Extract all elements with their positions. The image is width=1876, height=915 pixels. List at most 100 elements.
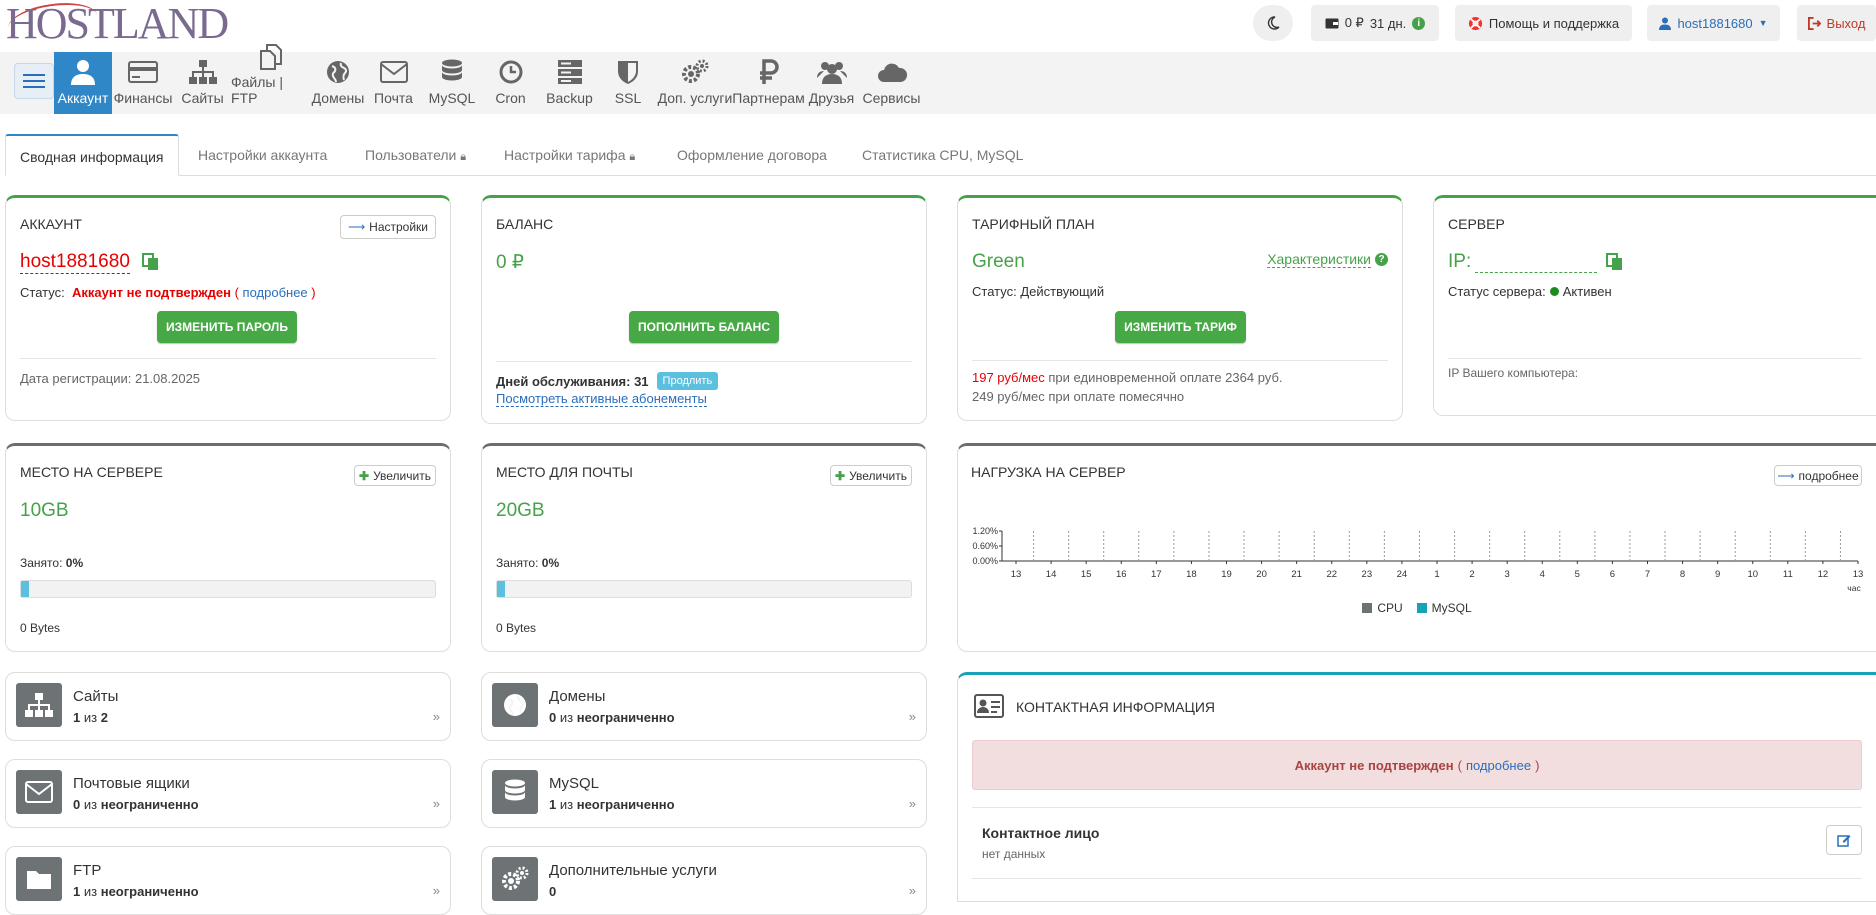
- stat-card-3[interactable]: MySQL 1 из неограниченно »: [481, 759, 927, 828]
- logout-button[interactable]: Выход: [1797, 5, 1876, 41]
- tab-tariff-settings[interactable]: Настройки тарифа 🔒︎: [490, 134, 649, 176]
- stat-sep: из: [83, 797, 98, 812]
- legend-cpu-label: CPU: [1377, 601, 1403, 615]
- tab-summary[interactable]: Сводная информация: [5, 134, 179, 176]
- server-status-label: Статус сервера:: [1448, 284, 1546, 299]
- tab-users[interactable]: Пользователи 🔒︎: [351, 134, 480, 176]
- top-bar: HOSTLAND 0 ₽ 31 дн. i Помощь и поддержка…: [0, 0, 1876, 48]
- nav-item-label: Backup: [546, 90, 593, 106]
- tab-contract[interactable]: Оформление договора: [663, 134, 841, 176]
- stat-card-2[interactable]: Почтовые ящики 0 из неограниченно »: [5, 759, 451, 828]
- nav-item-1[interactable]: Финансы: [112, 52, 174, 114]
- subscriptions-link[interactable]: Посмотреть активные абонементы: [496, 391, 707, 407]
- stat-name: Домены: [549, 688, 606, 705]
- contact-alert-link[interactable]: подробнее: [1466, 758, 1531, 773]
- increase-mail-button[interactable]: ✚ Увеличить: [830, 465, 912, 486]
- account-login[interactable]: host1881680: [20, 251, 130, 274]
- mail-space-card: МЕСТО ДЛЯ ПОЧТЫ ✚ Увеличить 20GB Занято:…: [481, 443, 927, 652]
- subscriptions-link-label: Посмотреть активные абонементы: [496, 391, 707, 407]
- sitemap-icon: [188, 58, 218, 86]
- help-button[interactable]: Помощь и поддержка: [1455, 5, 1632, 41]
- increase-disk-button[interactable]: ✚ Увеличить: [354, 465, 436, 486]
- stat-sep: из: [83, 710, 98, 725]
- nav-item-2[interactable]: Сайты: [174, 52, 231, 114]
- stat-used: 1: [73, 884, 81, 899]
- status-details-link[interactable]: подробнее: [243, 285, 308, 300]
- service-days: Дней обслуживания: 31 Продлить: [496, 372, 719, 390]
- nav-item-label: MySQL: [428, 90, 476, 106]
- x-tick-label: 13: [1011, 569, 1022, 580]
- edit-contact-button[interactable]: [1826, 825, 1862, 855]
- stat-card-4[interactable]: FTP 1 из неограниченно»: [5, 846, 451, 915]
- globe-icon: [323, 58, 353, 86]
- clock-icon: [496, 58, 526, 86]
- stat-card-0[interactable]: Сайты 1 из 2 »: [5, 672, 451, 741]
- mail-progress-fill: [497, 581, 506, 597]
- tab-cpu-stats[interactable]: Статистика CPU, MySQL: [848, 134, 1037, 176]
- tariff-price-annual-value: 197 руб/мес: [972, 370, 1045, 385]
- mail-progress-bar: [496, 580, 912, 598]
- user-menu-button[interactable]: host1881680 ▼: [1647, 5, 1780, 41]
- balance-value: 0 ₽: [496, 252, 524, 273]
- nav-item-10[interactable]: Доп. услуги: [655, 52, 735, 114]
- nav-item-12[interactable]: Друзья: [802, 52, 861, 114]
- ruble-icon: [754, 58, 784, 86]
- theme-toggle-button[interactable]: [1253, 5, 1293, 41]
- moon-icon: [1267, 16, 1280, 30]
- copy-icon[interactable]: [142, 253, 160, 274]
- change-tariff-button[interactable]: ИЗМЕНИТЬ ТАРИФ: [1115, 311, 1246, 343]
- contact-card: КОНТАКТНАЯ ИНФОРМАЦИЯ Аккаунт не подтвер…: [957, 672, 1876, 902]
- change-password-button[interactable]: ИЗМЕНИТЬ ПАРОЛЬ: [157, 311, 297, 343]
- nav-item-0[interactable]: Аккаунт: [54, 52, 112, 114]
- disk-space-title: МЕСТО НА СЕРВЕРЕ: [20, 464, 163, 480]
- copy-icon[interactable]: [1606, 253, 1624, 274]
- nav-item-4[interactable]: Домены: [310, 52, 366, 114]
- stat-card-5[interactable]: Дополнительные услуги 0 »: [481, 846, 927, 915]
- account-status: Статус: Аккаунт не подтвержден ( подробн…: [20, 285, 316, 300]
- disk-progress-fill: [21, 581, 30, 597]
- y-tick-label: 0.60%: [972, 541, 998, 551]
- tab-account-settings[interactable]: Настройки аккаунта: [184, 134, 341, 176]
- lock-icon: 🔒︎: [460, 151, 467, 163]
- logo[interactable]: HOSTLAND: [6, 0, 229, 49]
- disk-space-card: МЕСТО НА СЕРВЕРЕ ✚ Увеличить 10GB Занято…: [5, 443, 451, 652]
- stat-used: 1: [549, 797, 557, 812]
- nav-item-3[interactable]: Файлы | FTP: [231, 44, 310, 114]
- account-settings-button[interactable]: ⟶ Настройки: [340, 215, 436, 239]
- mail-used-bytes: 0 Bytes: [496, 621, 537, 635]
- top-up-balance-button[interactable]: ПОПОЛНИТЬ БАЛАНС: [629, 311, 779, 343]
- server-load-details-button[interactable]: ⟶ подробнее: [1774, 465, 1862, 486]
- help-label: Помощь и поддержка: [1488, 15, 1620, 31]
- nav-item-13[interactable]: Сервисы: [861, 52, 922, 114]
- nav-item-label: Партнерам: [732, 90, 805, 106]
- nav-item-8[interactable]: Backup: [538, 52, 601, 114]
- nav-item-9[interactable]: SSL: [601, 52, 655, 114]
- stat-card-1[interactable]: Домены 0 из неограниченно »: [481, 672, 927, 741]
- stat-total: неограниченно: [100, 884, 199, 899]
- extend-button[interactable]: Продлить: [656, 372, 719, 390]
- server-load-card: НАГРУЗКА НА СЕРВЕР ⟶ подробнее 1.20% 0.60…: [957, 443, 1876, 652]
- status-dot-icon: [1549, 287, 1559, 296]
- service-days-label: Дней обслуживания: 31: [496, 373, 649, 389]
- tariff-specs-link[interactable]: Характеристики ?: [1267, 251, 1388, 268]
- mail-used-value: 0%: [541, 556, 560, 570]
- nav-item-5[interactable]: Почта: [366, 52, 421, 114]
- disk-used: Занято: 0%: [20, 556, 83, 570]
- x-tick-label: 6: [1610, 569, 1615, 580]
- nav-item-label: Доп. услуги: [657, 90, 733, 106]
- nav-item-label: Cron: [495, 90, 526, 106]
- stat-name: Сайты: [73, 688, 119, 705]
- credit-card-icon: [128, 58, 158, 86]
- wallet-button[interactable]: 0 ₽ 31 дн. i: [1311, 5, 1439, 41]
- nav-item-7[interactable]: Cron: [483, 52, 538, 114]
- double-chevron-right-icon: »: [908, 709, 916, 724]
- nav-item-6[interactable]: MySQL: [421, 52, 483, 114]
- envelope-icon: [16, 770, 62, 814]
- nav-item-11[interactable]: Партнерам: [732, 52, 805, 114]
- x-tick-label: 4: [1540, 569, 1545, 580]
- registration-date: Дата регистрации: 21.08.2025: [20, 371, 201, 386]
- hamburger-menu-button[interactable]: [14, 63, 54, 99]
- stat-used: 0: [73, 797, 81, 812]
- server-ip-value: [1475, 253, 1598, 273]
- nav-item-label: Аккаунт: [57, 90, 109, 106]
